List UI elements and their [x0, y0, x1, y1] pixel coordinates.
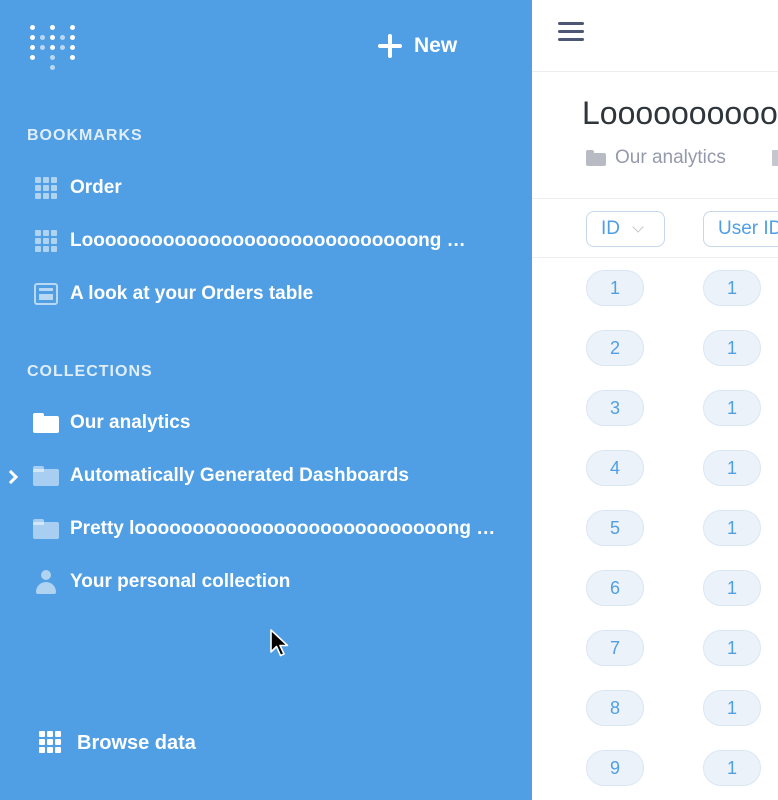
user-id-cell[interactable]: 1 [703, 270, 761, 306]
id-cell[interactable]: 1 [586, 270, 644, 306]
bookmark-item-order[interactable]: Order [0, 168, 532, 208]
id-cell[interactable]: 9 [586, 750, 644, 786]
id-cell[interactable]: 5 [586, 510, 644, 546]
bookmark-label: Order [70, 177, 122, 198]
collections-heading: COLLECTIONS [27, 363, 153, 380]
user-id-cell[interactable]: 1 [703, 330, 761, 366]
id-cell[interactable]: 7 [586, 630, 644, 666]
user-id-cell[interactable]: 1 [703, 750, 761, 786]
breadcrumb-label: Our analytics [615, 147, 726, 168]
folder-icon [33, 463, 59, 489]
id-cell[interactable]: 3 [586, 390, 644, 426]
user-id-cell[interactable]: 1 [703, 630, 761, 666]
collection-item-auto-dashboards[interactable]: Automatically Generated Dashboards [0, 456, 532, 496]
column-header-label: ID [601, 218, 620, 239]
column-header-id[interactable]: ID [586, 211, 665, 247]
collection-item-our-analytics[interactable]: Our analytics [0, 403, 532, 443]
app-bar [532, 0, 778, 72]
table-body: 1 1 2 1 3 1 4 1 5 1 6 1 7 1 8 1 9 1 [532, 258, 778, 798]
navigation-sidebar: New BOOKMARKS Order Looooooooooooooooooo… [0, 0, 532, 800]
person-icon [33, 569, 59, 595]
id-cell[interactable]: 2 [586, 330, 644, 366]
user-id-cell[interactable]: 1 [703, 450, 761, 486]
table-row: 1 1 [532, 258, 778, 318]
bookmarks-heading: BOOKMARKS [27, 127, 143, 144]
question-title[interactable]: Loooooooooooo [582, 95, 778, 132]
bookmark-item-long-question[interactable]: Looooooooooooooooooooooooooooong … [0, 221, 532, 261]
collection-label: Your personal collection [70, 571, 291, 592]
folder-icon [586, 150, 606, 166]
data-source-icon [772, 150, 778, 166]
bookmark-item-orders-dashboard[interactable]: A look at your Orders table [0, 274, 532, 314]
new-button[interactable]: New [378, 30, 457, 62]
bookmark-label: A look at your Orders table [70, 283, 314, 304]
user-id-cell[interactable]: 1 [703, 690, 761, 726]
collection-item-personal[interactable]: Your personal collection [0, 562, 532, 602]
dashboard-icon [33, 281, 59, 307]
metabase-logo[interactable] [30, 25, 76, 71]
table-row: 3 1 [532, 378, 778, 438]
table-row: 4 1 [532, 438, 778, 498]
hamburger-menu-icon[interactable] [558, 22, 586, 44]
table-header: ID User ID [532, 198, 778, 258]
id-cell[interactable]: 8 [586, 690, 644, 726]
table-row: 7 1 [532, 618, 778, 678]
user-id-cell[interactable]: 1 [703, 510, 761, 546]
bookmark-label: Looooooooooooooooooooooooooooong … [70, 230, 466, 251]
collection-label: Automatically Generated Dashboards [70, 465, 409, 486]
database-grid-icon [39, 731, 61, 753]
user-id-cell[interactable]: 1 [703, 570, 761, 606]
table-row: 5 1 [532, 498, 778, 558]
table-row: 9 1 [532, 738, 778, 798]
column-header-label: User ID [718, 218, 778, 239]
table-grid-icon [33, 228, 59, 254]
browse-data-link[interactable]: Browse data [0, 724, 532, 764]
user-id-cell[interactable]: 1 [703, 390, 761, 426]
table-row: 2 1 [532, 318, 778, 378]
collection-label: Our analytics [70, 412, 191, 433]
id-cell[interactable]: 4 [586, 450, 644, 486]
table-grid-icon [33, 175, 59, 201]
collection-breadcrumb[interactable]: Our analytics [586, 145, 726, 171]
table-row: 6 1 [532, 558, 778, 618]
new-button-label: New [414, 34, 458, 57]
folder-icon [33, 410, 59, 436]
folder-icon [33, 516, 59, 542]
chevron-right-icon[interactable] [5, 470, 17, 482]
id-cell[interactable]: 6 [586, 570, 644, 606]
collection-label: Pretty looooooooooooooooooooooooooong … [70, 518, 496, 539]
browse-data-label: Browse data [77, 732, 196, 754]
mouse-pointer-icon [270, 629, 289, 657]
collection-item-pretty-long[interactable]: Pretty looooooooooooooooooooooooooong … [0, 509, 532, 549]
plus-icon [378, 34, 402, 58]
column-header-user-id[interactable]: User ID [703, 211, 778, 247]
chevron-down-icon [632, 220, 644, 233]
table-row: 8 1 [532, 678, 778, 738]
question-view: Loooooooooooo Our analytics ID User ID 1… [532, 0, 778, 800]
